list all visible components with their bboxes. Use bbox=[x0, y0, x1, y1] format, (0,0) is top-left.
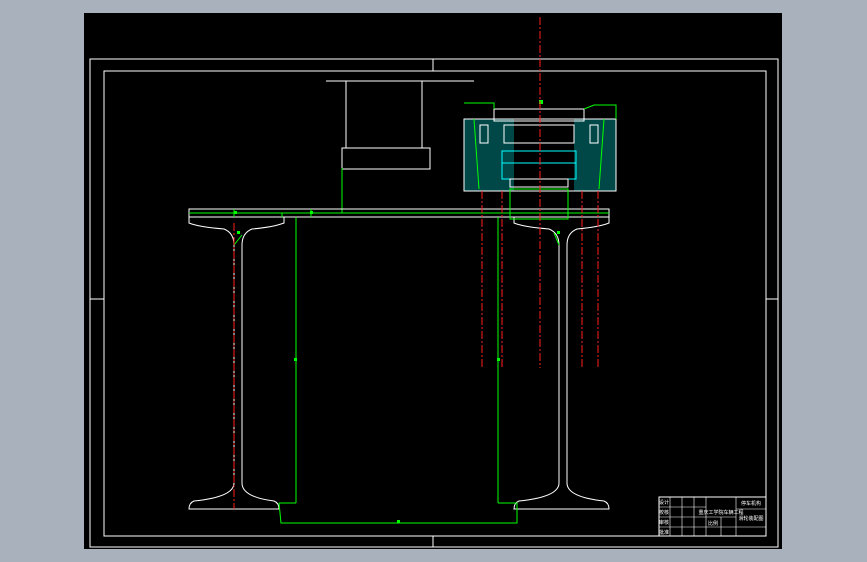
sub-label-text: 重庆工学院车辆工程 bbox=[698, 509, 743, 516]
title-row-label: 校核 bbox=[659, 509, 669, 516]
title-row-label: 批准 bbox=[659, 529, 669, 536]
title-row-label: 设计 bbox=[659, 499, 669, 506]
title-row-label: 审核 bbox=[659, 519, 669, 526]
sheet-title-text: 滑轮装配图 bbox=[738, 515, 763, 522]
drawing-name-text: 停车机构 bbox=[741, 500, 761, 507]
cad-viewport[interactable]: 停车机构 滑轮装配图 重庆工学院车辆工程 比例 设计 校核 审核 批准 bbox=[0, 0, 867, 562]
scale-label-text: 比例 bbox=[708, 520, 718, 527]
drawing-canvas[interactable]: 停车机构 滑轮装配图 重庆工学院车辆工程 比例 设计 校核 审核 批准 bbox=[84, 13, 782, 549]
cad-drawing: 停车机构 滑轮装配图 重庆工学院车辆工程 比例 设计 校核 审核 批准 bbox=[84, 13, 782, 549]
